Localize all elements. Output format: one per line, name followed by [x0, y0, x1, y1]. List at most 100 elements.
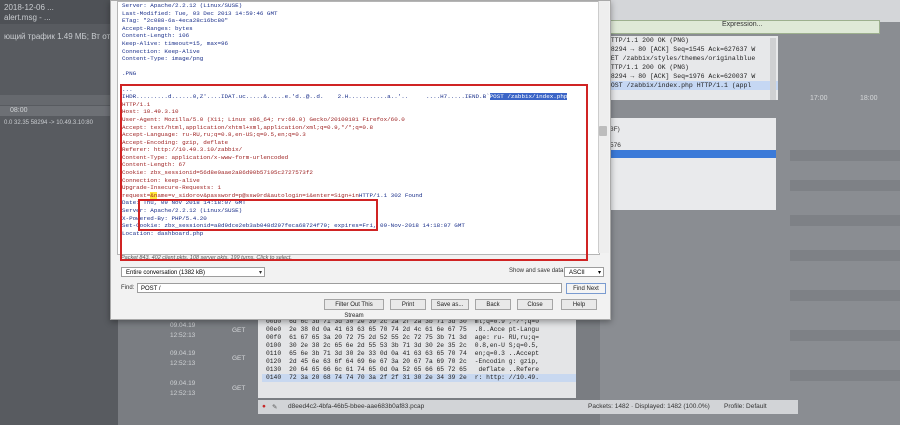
stream-line: Content-Length: 106 — [122, 32, 190, 40]
hex-hex: 2e 38 0d 0a 41 63 63 65 70 74 2d 4c 61 6… — [289, 326, 467, 333]
hex-off: 0120 — [266, 358, 282, 365]
bg-method: GET — [232, 355, 246, 362]
bg-time: 12:52:13 — [170, 332, 196, 339]
hex-asc: 0.8,en-U S;q=0.5, — [474, 342, 539, 349]
hex-off: 0100 — [266, 342, 282, 349]
find-next-button[interactable]: Find Next — [566, 283, 606, 294]
tree-row[interactable] — [600, 134, 776, 142]
hex-row[interactable]: 0110 65 6e 3b 71 3d 30 2e 33 0d 0a 41 63 … — [262, 350, 576, 358]
hex-off: 0130 — [266, 366, 282, 373]
packet-row[interactable]: HTTP/1.1 200 OK (PNG) — [600, 36, 778, 45]
packet-details-tree[interactable]: 3F) 576 — [600, 118, 776, 210]
save-as-button[interactable]: Save as... — [431, 299, 469, 310]
packet-row[interactable]: 58294 → 80 [ACK] Seq=1545 Ack=627637 W — [600, 45, 778, 54]
hex-asc: deflate ..Refere — [474, 366, 539, 373]
bg-time: 12:52:13 — [170, 360, 196, 367]
bg-method: GET — [232, 327, 246, 334]
packet-list[interactable]: HTTP/1.1 200 OK (PNG) 58294 → 80 [ACK] S… — [600, 36, 778, 100]
hex-row[interactable]: 0130 20 64 65 66 6c 61 74 65 0d 0a 52 65 … — [262, 366, 576, 374]
background-left-pane: 2018-12-06 ... alert.msg - ... ющий траф… — [0, 0, 134, 425]
tree-row[interactable] — [600, 174, 776, 182]
stream-line — [118, 63, 599, 71]
conversation-value: Entire conversation (1382 kB) — [126, 270, 206, 276]
hex-off: 0110 — [266, 350, 282, 357]
status-file: d8eed4c2-4bfa-46b5-bbee-aae683b0af83.pca… — [288, 403, 425, 410]
print-button[interactable]: Print — [390, 299, 426, 310]
show-as-value: ASCII — [569, 270, 585, 276]
hex-asc: -Encodin g: gzip, — [474, 358, 539, 365]
hex-dump-pane[interactable]: 00c06d 6c 2c 61 70 70 6c 69 63 61 74 69 … — [258, 310, 576, 398]
hex-row[interactable]: 00f0 61 67 65 3a 20 72 75 2d 52 55 2c 72 … — [262, 334, 576, 342]
bg-time: 12:52:13 — [170, 390, 196, 397]
packet-row-selected[interactable]: POST /zabbix/index.php HTTP/1.1 (appl — [600, 81, 778, 90]
packet-row[interactable]: GET /zabbix/styles/themes/originalblue — [600, 54, 778, 63]
tree-row[interactable] — [600, 190, 776, 198]
bg-band — [0, 95, 118, 105]
tree-row[interactable] — [600, 166, 776, 174]
tree-row[interactable]: 576 — [600, 142, 776, 150]
show-as-label: Show and save data as — [509, 268, 572, 274]
hex-asc: .8..Acce pt-Langu — [474, 326, 539, 333]
hex-off: 00e0 — [266, 326, 282, 333]
stream-line: .PNG — [122, 70, 137, 78]
hex-asc: en;q=0.3 ..Accept — [474, 350, 539, 357]
bg-line: alert.msg - ... — [4, 13, 51, 22]
hex-hex: 65 6e 3b 71 3d 30 2e 33 0d 0a 41 63 63 6… — [289, 350, 467, 357]
bg-stripe — [790, 330, 900, 341]
stream-line: ETag: "2c088-6a-4eca28c16bc80" — [122, 17, 229, 25]
bg-method: GET — [232, 385, 246, 392]
chevron-down-icon: ▾ — [258, 270, 262, 276]
tree-row[interactable] — [600, 158, 776, 166]
status-error-icon[interactable]: ● — [262, 403, 266, 410]
stream-line: Content-Type: image/png — [122, 55, 204, 63]
conversation-select[interactable]: Entire conversation (1382 kB) ▾ — [121, 267, 265, 277]
stream-line: Accept-Ranges: bytes — [122, 24, 193, 32]
status-packets: Packets: 1482 · Displayed: 1482 (100.0%) — [588, 403, 710, 410]
tree-row[interactable]: 3F) — [600, 126, 776, 134]
bg-stripe — [790, 290, 900, 301]
hex-row[interactable]: 0140 72 3a 20 68 74 74 70 3a 2f 2f 31 30 … — [262, 374, 576, 382]
packet-row[interactable]: 58294 → 80 [ACK] Seq=1976 Ack=620037 W — [600, 72, 778, 81]
show-as-select[interactable]: ASCII ▾ — [564, 267, 604, 277]
close-button[interactable]: Close — [517, 299, 553, 310]
back-button[interactable]: Back — [475, 299, 511, 310]
packet-row[interactable]: HTTP/1.1 200 OK (PNG) — [600, 63, 778, 72]
bg-stripe — [790, 250, 900, 261]
stream-line: Last-Modified: Tue, 03 Dec 2013 14:59:46… — [122, 9, 278, 17]
bg-line: 2018-12-06 ... — [4, 3, 54, 12]
help-button[interactable]: Help — [561, 299, 597, 310]
hex-asc: r: http: //10.49. — [474, 374, 539, 381]
packet-list-scrollbar[interactable] — [770, 38, 776, 100]
red-credentials-box — [138, 199, 378, 231]
stream-line: Server: Apache/2.2.12 (Linux/SUSE) — [122, 2, 243, 9]
bg-time: 17:00 — [810, 95, 828, 102]
bg-date: 09.04.19 — [170, 322, 196, 329]
hex-asc: age: ru- RU,ru;q= — [474, 334, 539, 341]
hex-row[interactable]: 0120 2d 45 6e 63 6f 64 69 6e 67 3a 20 67 … — [262, 358, 576, 366]
chevron-down-icon: ▾ — [597, 270, 601, 276]
tree-row-selected[interactable] — [600, 150, 776, 158]
bg-stripe — [790, 180, 900, 191]
tree-row[interactable] — [600, 182, 776, 190]
tree-row[interactable] — [600, 198, 776, 206]
bg-stripe — [790, 215, 900, 226]
bg-date: 09.04.19 — [170, 350, 196, 357]
hex-off: 00f0 — [266, 334, 282, 341]
hex-off: 0140 — [266, 374, 282, 381]
status-profile[interactable]: Profile: Default — [724, 403, 767, 410]
expression-button[interactable]: Expression... — [722, 21, 762, 28]
stream-line: Keep-Alive: timeout=15, max=96 — [122, 39, 229, 47]
bg-time: 18:00 — [860, 95, 878, 102]
stream-scrollbar-thumb[interactable] — [599, 126, 607, 136]
timeline-label: 08:00 — [10, 107, 28, 114]
hex-row[interactable]: 0100 30 2e 38 2c 65 6e 2d 55 53 3b 71 3d … — [262, 342, 576, 350]
tree-row[interactable] — [600, 118, 776, 126]
hex-row[interactable]: 00e0 2e 38 0d 0a 41 63 63 65 70 74 2d 4c … — [262, 326, 576, 334]
status-warning-icon[interactable]: ✎ — [272, 403, 277, 411]
find-label: Find: — [121, 285, 135, 291]
filter-out-button[interactable]: Filter Out This Stream — [324, 299, 384, 319]
bg-stripe — [790, 370, 900, 381]
find-input[interactable]: POST / — [137, 283, 562, 293]
hex-hex: 61 67 65 3a 20 72 75 2d 52 55 2c 72 75 3… — [289, 334, 467, 341]
hex-hex: 2d 45 6e 63 6f 64 69 6e 67 3a 20 67 7a 6… — [289, 358, 467, 365]
